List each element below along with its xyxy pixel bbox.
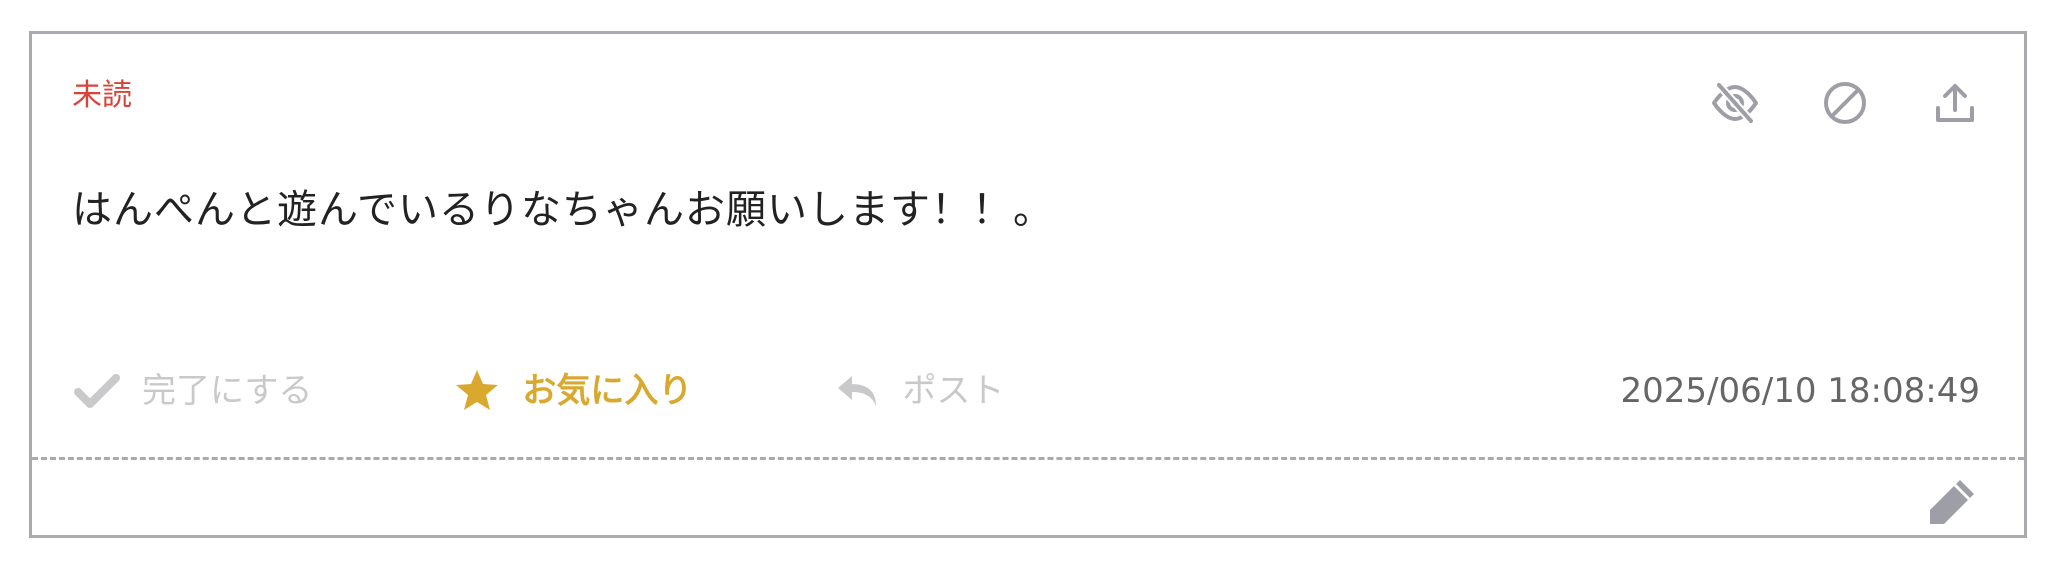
action-bar: 完了にする お気に入り ポスト: [72, 364, 1004, 418]
ban-icon: [1824, 82, 1866, 124]
check-icon: [72, 366, 122, 416]
favorite-button[interactable]: お気に入り: [452, 364, 692, 418]
timestamp: 2025/06/10 18:08:49: [1620, 371, 1980, 411]
eye-slash-icon: [1712, 81, 1758, 125]
share-button[interactable]: [1930, 78, 1980, 128]
unread-status-label: 未読: [72, 78, 132, 113]
favorite-label: お気に入り: [522, 371, 693, 411]
share-upload-icon: [1936, 84, 1974, 122]
star-icon: [452, 366, 502, 416]
block-button[interactable]: [1820, 78, 1870, 128]
card-toolbar: [1710, 78, 1980, 128]
post-label: ポスト: [902, 371, 1005, 411]
message-card: 未読 はんぺんと遊んでいるりなちゃんお願いします！！。 完了にする お気に入り …: [29, 31, 2027, 538]
post-button[interactable]: ポスト: [832, 364, 1004, 418]
reply-icon: [832, 366, 882, 416]
edit-button[interactable]: [1924, 474, 1980, 530]
hide-button[interactable]: [1710, 78, 1760, 128]
message-text: はんぺんと遊んでいるりなちゃんお願いします！！。: [72, 187, 1054, 233]
pencil-icon: [1930, 480, 1974, 524]
mark-done-button[interactable]: 完了にする: [72, 364, 312, 418]
mark-done-label: 完了にする: [142, 371, 313, 411]
dashed-divider: [32, 457, 2024, 460]
